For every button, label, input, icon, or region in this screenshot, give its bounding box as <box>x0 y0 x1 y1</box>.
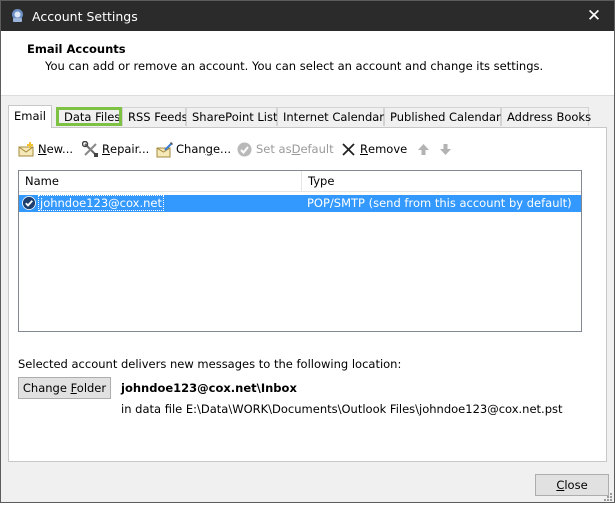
change-label-pre: Chan <box>176 142 206 156</box>
remove-label-post: emove <box>368 142 408 156</box>
change-folder-label-post: older <box>76 381 107 395</box>
repair-label-key: R <box>102 142 110 156</box>
tab-data-files[interactable]: Data Files <box>56 107 122 126</box>
table-row[interactable]: johndoe123@cox.net POP/SMTP (send from t… <box>19 195 581 212</box>
close-icon[interactable]: ✕ <box>580 5 608 27</box>
title-bar: Account Settings ✕ <box>1 1 614 31</box>
new-label-key: N <box>38 142 47 156</box>
change-folder-label-pre: Change <box>22 381 71 395</box>
accounts-list[interactable]: Name Type johndoe123@cox.net POP/SMTP (s… <box>18 170 582 332</box>
set-default-label-pre: Set as <box>256 142 292 156</box>
header-description: You can add or remove an account. You ca… <box>45 59 544 73</box>
resize-grip-icon[interactable] <box>603 491 613 501</box>
change-button[interactable]: Chan g e... <box>156 139 231 159</box>
check-circle-icon <box>236 141 253 158</box>
tab-rss-feeds[interactable]: RSS Feeds <box>122 107 188 126</box>
remove-label-key: R <box>360 142 368 156</box>
email-tab-panel: New... Repair... Chan g e... Set as D ef… <box>8 127 607 462</box>
window-title: Account Settings <box>32 9 138 24</box>
column-header-type[interactable]: Type <box>302 171 581 192</box>
move-down-button[interactable] <box>437 139 457 159</box>
location-label: Selected account delivers new messages t… <box>18 357 402 371</box>
repair-label-post: epair... <box>110 142 150 156</box>
new-label-post: ew... <box>46 142 74 156</box>
tab-email[interactable]: Email <box>8 105 52 128</box>
change-label-post: e... <box>212 142 232 156</box>
change-settings-icon <box>156 141 173 158</box>
set-default-label-key: D <box>291 142 301 156</box>
tab-published-calendars[interactable]: Published Calendars <box>384 107 507 126</box>
data-file-path: in data file E:\Data\WORK\Documents\Outl… <box>121 402 563 416</box>
account-settings-window: Account Settings ✕ Email Accounts You ca… <box>0 0 615 503</box>
tab-sharepoint-lists[interactable]: SharePoint Lists <box>186 107 284 126</box>
move-up-button[interactable] <box>415 139 435 159</box>
arrow-down-icon <box>437 141 454 158</box>
new-account-button[interactable]: New... <box>18 139 73 159</box>
remove-x-icon <box>340 141 357 158</box>
header-title: Email Accounts <box>27 42 126 56</box>
set-as-default-button[interactable]: Set as Default <box>236 139 334 159</box>
tab-internet-calendars[interactable]: Internet Calendars <box>277 107 390 126</box>
arrow-up-icon <box>415 141 432 158</box>
account-type-cell: POP/SMTP (send from this account by defa… <box>307 196 572 210</box>
account-name-cell: johndoe123@cox.net <box>38 195 165 211</box>
account-name: johndoe123@cox.net <box>40 196 163 210</box>
default-account-check-icon <box>22 196 36 210</box>
repair-tools-icon <box>81 140 99 158</box>
set-default-label-post: efault <box>300 142 334 156</box>
column-header-name[interactable]: Name <box>19 171 302 192</box>
delivery-folder-path: johndoe123@cox.net\Inbox <box>121 381 297 395</box>
close-button[interactable]: Close <box>535 474 609 496</box>
tab-address-books[interactable]: Address Books <box>501 107 591 126</box>
new-mail-icon <box>18 141 35 158</box>
header-panel: Email Accounts You can add or remove an … <box>1 31 614 96</box>
repair-button[interactable]: Repair... <box>81 139 150 159</box>
change-label-key: g <box>205 142 213 156</box>
outlook-account-icon <box>10 8 25 23</box>
change-folder-button[interactable]: Change Folder <box>18 377 111 399</box>
close-label-post: lose <box>564 478 588 492</box>
remove-button[interactable]: Remove <box>340 139 407 159</box>
